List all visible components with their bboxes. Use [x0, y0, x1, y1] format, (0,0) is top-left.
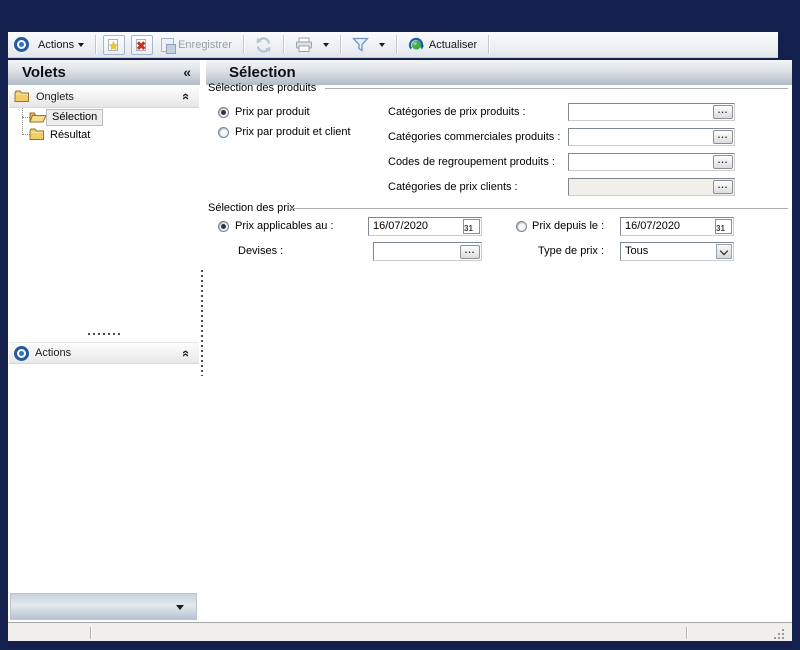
horizontal-splitter-handle[interactable]: [88, 333, 123, 335]
save-icon: [161, 37, 177, 54]
panel-actions-label: Actions: [35, 347, 72, 359]
refresh-circle-icon: [408, 37, 424, 50]
categories-prix-produits-browse-button[interactable]: ...: [713, 105, 733, 119]
categories-commerciales-produits-input[interactable]: ...: [568, 128, 735, 146]
status-bar: [8, 622, 792, 641]
folder-open-icon: [29, 112, 47, 123]
refresh-button[interactable]: [251, 34, 276, 56]
actions-target-icon: [14, 345, 29, 361]
radio-prix-applicables-label: Prix applicables au :: [235, 220, 334, 232]
date-depuis-value: 16/07/2020: [625, 220, 681, 232]
panel-onglets-header[interactable]: Onglets «: [9, 86, 199, 108]
devises-input[interactable]: ...: [373, 242, 482, 261]
categories-commerciales-produits-browse-button[interactable]: ...: [713, 130, 733, 144]
refresh-icon: [256, 36, 271, 53]
type-de-prix-label: Type de prix :: [538, 245, 605, 257]
sidebar-header: Volets «: [8, 60, 200, 85]
print-dropdown-button[interactable]: [319, 40, 333, 50]
tree-item-selection[interactable]: Sélection: [46, 109, 104, 126]
calendar-day: 31: [464, 224, 473, 233]
panel-actions-header[interactable]: Actions «: [9, 342, 199, 364]
radio-prix-par-produit-et-client-label: Prix par produit et client: [235, 126, 351, 138]
actions-menu-label: Actions: [38, 38, 75, 51]
collapse-sidebar-icon[interactable]: «: [183, 60, 191, 85]
type-de-prix-select[interactable]: Tous: [620, 242, 734, 261]
expand-arrow-icon: [176, 605, 184, 610]
resize-grip[interactable]: [774, 629, 776, 631]
categories-prix-clients-browse-button[interactable]: ...: [713, 180, 733, 194]
chevron-down-icon: [322, 42, 329, 47]
chevron-down-icon: [78, 42, 85, 47]
folder-icon: [29, 128, 44, 140]
actualiser-label: Actualiser: [428, 38, 478, 51]
type-de-prix-value: Tous: [625, 245, 649, 257]
sidebar-title: Volets: [22, 64, 66, 81]
devises-browse-button[interactable]: ...: [460, 245, 480, 259]
new-star-icon: ★: [108, 38, 119, 53]
folder-icon: [14, 90, 29, 102]
save-button[interactable]: Enregistrer: [157, 35, 236, 55]
tree-connector: [22, 108, 23, 135]
chevron-down-icon: [719, 246, 729, 256]
form-target-icon: [14, 37, 29, 52]
calendar-icon[interactable]: 31: [463, 219, 480, 234]
toolbar-separator: [95, 35, 97, 54]
toolbar: Actions ★ ✖ Enregistrer Actualiser: [8, 32, 778, 58]
toolbar-separator: [488, 35, 490, 54]
toolbar-separator: [282, 35, 284, 54]
codes-regroupement-produits-label: Codes de regroupement produits :: [388, 156, 555, 168]
tree-item-selection-label: Sélection: [52, 111, 98, 123]
toolbar-separator: [395, 35, 397, 54]
toolbar-separator: [242, 35, 244, 54]
application-window: Actions ★ ✖ Enregistrer Actualiser Volet…: [0, 0, 800, 650]
radio-prix-depuis[interactable]: [516, 221, 527, 232]
actualiser-button[interactable]: Actualiser: [404, 34, 481, 56]
calendar-icon[interactable]: 31: [715, 219, 732, 234]
codes-regroupement-produits-input[interactable]: ...: [568, 153, 735, 171]
filter-button[interactable]: [348, 34, 373, 55]
radio-prix-par-produit[interactable]: [218, 107, 229, 118]
status-divider: [686, 627, 687, 639]
categories-commerciales-produits-label: Catégories commerciales produits :: [388, 131, 561, 143]
devises-label: Devises :: [238, 245, 284, 257]
print-button[interactable]: [291, 34, 317, 56]
sidebar-collapsed-bar[interactable]: [10, 593, 197, 620]
categories-prix-clients-label: Catégories de prix clients :: [388, 181, 518, 193]
collapse-panel-icon[interactable]: «: [179, 93, 194, 100]
group-produits-label: Sélection des produits: [208, 82, 317, 94]
radio-prix-par-produit-et-client[interactable]: [218, 127, 229, 138]
group-line: [290, 208, 788, 209]
radio-prix-par-produit-label: Prix par produit: [235, 106, 310, 118]
group-line: [325, 88, 788, 89]
categories-prix-produits-input[interactable]: ...: [568, 103, 735, 121]
delete-button[interactable]: ✖: [131, 34, 154, 55]
date-applicables-value: 16/07/2020: [373, 220, 429, 232]
calendar-day: 31: [716, 224, 725, 233]
status-divider: [90, 627, 91, 639]
codes-regroupement-produits-browse-button[interactable]: ...: [713, 155, 733, 169]
filter-icon: [351, 37, 369, 52]
radio-prix-depuis-label: Prix depuis le :: [532, 220, 605, 232]
radio-prix-applicables[interactable]: [218, 221, 229, 232]
chevron-down-icon: [378, 42, 385, 47]
categories-prix-clients-input[interactable]: ...: [568, 178, 735, 196]
vertical-splitter-handle[interactable]: [201, 270, 203, 376]
tree-item-resultat-label: Résultat: [50, 129, 91, 141]
collapse-panel-icon[interactable]: «: [179, 350, 194, 357]
delete-x-icon: ✖: [136, 38, 147, 53]
actions-menu-button[interactable]: Actions: [34, 36, 88, 54]
date-applicables-input[interactable]: 16/07/2020 31: [368, 217, 482, 236]
new-button[interactable]: ★: [103, 34, 126, 55]
categories-prix-produits-label: Catégories de prix produits :: [388, 106, 526, 118]
date-depuis-input[interactable]: 16/07/2020 31: [620, 217, 734, 236]
filter-dropdown-button[interactable]: [375, 40, 389, 50]
toolbar-separator: [339, 35, 341, 54]
group-prix-label: Sélection des prix: [208, 202, 295, 214]
combo-arrow-button[interactable]: [716, 244, 732, 259]
tree-item-resultat[interactable]: Résultat: [47, 128, 93, 143]
save-label: Enregistrer: [178, 38, 232, 51]
panel-onglets-label: Onglets: [36, 90, 74, 103]
printer-icon: [295, 37, 312, 52]
